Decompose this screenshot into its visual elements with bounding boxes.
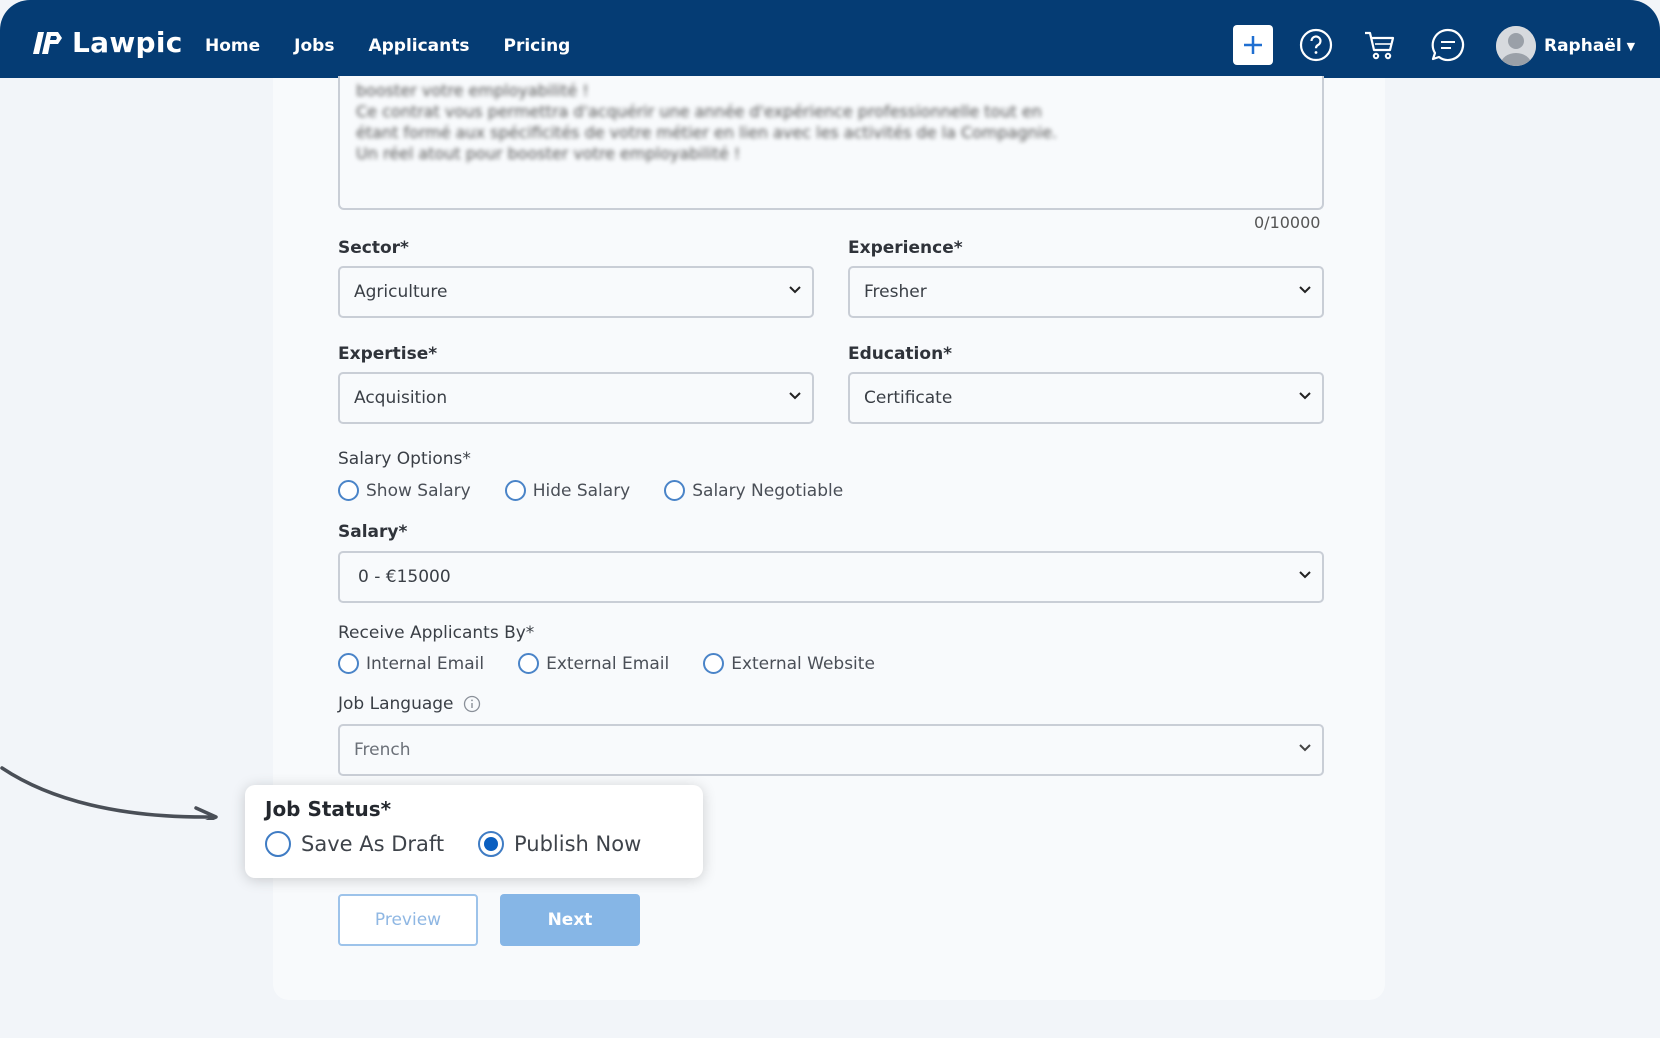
radio-circle [265, 831, 291, 857]
app-frame: Lawpic Home Jobs Applicants Pricing Raph… [0, 0, 1660, 1038]
radio-hide-salary[interactable]: Hide Salary [504, 480, 631, 501]
top-navbar: Lawpic Home Jobs Applicants Pricing Raph… [0, 0, 1660, 78]
radio-circle [703, 653, 725, 674]
sector-select[interactable]: Agriculture [338, 266, 814, 318]
chat-icon[interactable] [1430, 27, 1466, 63]
chevron-down-icon [1299, 286, 1311, 294]
job-description-text: booster votre employabilité ! Ce contrat… [356, 81, 1058, 163]
salary-select[interactable]: 0 - €15000 [338, 551, 1324, 603]
radio-label: Internal Email [366, 653, 485, 674]
next-button[interactable]: Next [500, 894, 640, 946]
user-menu[interactable]: Raphaël ▼ [1496, 26, 1635, 66]
radio-label: Show Salary [366, 480, 471, 501]
preview-button[interactable]: Preview [338, 894, 478, 946]
radio-label: External Email [546, 653, 670, 674]
salary-value: 0 - €15000 [358, 567, 451, 587]
avatar-icon [1496, 26, 1536, 66]
radio-publish-now[interactable]: Publish Now [478, 831, 641, 857]
radio-save-as-draft[interactable]: Save As Draft [265, 831, 444, 857]
main-nav: Home Jobs Applicants Pricing [205, 36, 604, 56]
experience-value: Fresher [864, 282, 927, 302]
radio-label: External Website [731, 653, 875, 674]
sector-label: Sector* [338, 238, 409, 258]
radio-internal-email[interactable]: Internal Email [338, 653, 484, 674]
job-description-textarea[interactable]: booster votre employabilité ! Ce contrat… [338, 76, 1324, 210]
expertise-value: Acquisition [354, 388, 448, 408]
job-language-label-row: Job Language [338, 694, 481, 714]
nav-applicants[interactable]: Applicants [368, 36, 469, 56]
help-icon[interactable] [1298, 27, 1334, 63]
plus-icon [1244, 36, 1262, 54]
radio-external-website[interactable]: External Website [703, 653, 875, 674]
chevron-down-icon [1299, 744, 1311, 752]
nav-pricing[interactable]: Pricing [504, 36, 571, 56]
radio-circle [338, 480, 359, 501]
chevron-down-icon [1299, 392, 1311, 400]
cart-icon[interactable] [1362, 27, 1398, 63]
radio-label: Salary Negotiable [692, 480, 844, 501]
sector-value: Agriculture [354, 282, 448, 302]
radio-salary-negotiable[interactable]: Salary Negotiable [664, 480, 843, 501]
radio-label: Save As Draft [301, 832, 445, 856]
job-language-select[interactable]: French [338, 724, 1324, 776]
create-button[interactable] [1233, 25, 1273, 65]
job-language-label: Job Language [338, 694, 454, 714]
brand-logo[interactable]: Lawpic [32, 26, 183, 59]
salary-label: Salary* [338, 522, 408, 542]
salary-options-label: Salary Options* [338, 449, 471, 469]
experience-label: Experience* [848, 238, 963, 258]
education-label: Education* [848, 344, 953, 364]
user-name: Raphaël [1544, 36, 1622, 56]
radio-circle-checked [478, 831, 504, 857]
job-status-card: Job Status* Save As Draft Publish Now [245, 785, 703, 878]
radio-show-salary[interactable]: Show Salary [338, 480, 471, 501]
job-language-value: French [354, 740, 411, 760]
expertise-select[interactable]: Acquisition [338, 372, 814, 424]
radio-circle [518, 653, 540, 674]
job-status-label: Job Status* [265, 797, 392, 821]
education-select[interactable]: Certificate [848, 372, 1324, 424]
chevron-down-icon [789, 392, 801, 400]
nav-jobs[interactable]: Jobs [294, 36, 334, 56]
expertise-label: Expertise* [338, 344, 438, 364]
logo-mark-icon [33, 31, 62, 54]
annotation-arrow-icon [0, 766, 218, 820]
radio-label: Publish Now [514, 832, 642, 856]
caret-down-icon: ▼ [1626, 39, 1636, 53]
radio-external-email[interactable]: External Email [518, 653, 669, 674]
radio-label: Hide Salary [532, 480, 631, 501]
experience-select[interactable]: Fresher [848, 266, 1324, 318]
radio-circle [504, 480, 526, 501]
character-counter: 0/10000 [1254, 213, 1321, 232]
nav-home[interactable]: Home [205, 36, 260, 56]
radio-circle [664, 480, 686, 501]
chevron-down-icon [789, 286, 801, 294]
chevron-down-icon [1299, 571, 1311, 579]
info-icon[interactable] [463, 695, 481, 713]
brand-name: Lawpic [72, 26, 183, 59]
receive-applicants-label: Receive Applicants By* [338, 623, 535, 643]
salary-options-group: Show Salary Hide Salary Salary Negotiabl… [338, 480, 877, 501]
avatar [1496, 26, 1536, 66]
radio-circle [338, 653, 359, 674]
education-value: Certificate [864, 388, 953, 408]
receive-applicants-group: Internal Email External Email External W… [338, 653, 909, 674]
